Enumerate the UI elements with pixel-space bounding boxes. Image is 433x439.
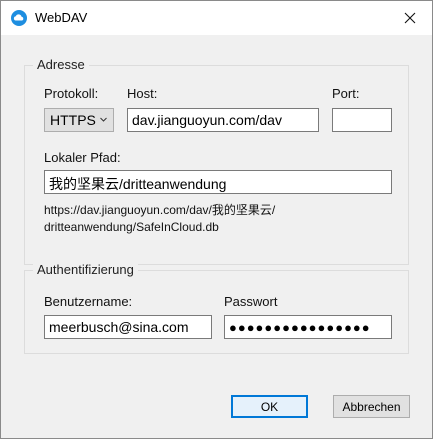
- port-label: Port:: [332, 86, 360, 101]
- full-url-line-1: https://dav.jianguoyun.com/dav/我的坚果云/: [44, 203, 276, 217]
- full-url-text: https://dav.jianguoyun.com/dav/我的坚果云/ dr…: [44, 202, 275, 236]
- protocol-label: Protokoll:: [44, 86, 99, 101]
- auth-group: Authentifizierung Benutzername: meerbusc…: [24, 262, 409, 354]
- protocol-select[interactable]: HTTPS: [44, 108, 114, 132]
- local-path-input[interactable]: 我的坚果云/dritteanwendung: [44, 170, 392, 194]
- address-group: Adresse Protokoll: HTTPS Host: dav.jiang…: [24, 57, 409, 265]
- title-bar: WebDAV: [1, 1, 432, 35]
- password-input[interactable]: ●●●●●●●●●●●●●●●●: [224, 315, 392, 339]
- window-title: WebDAV: [35, 10, 88, 25]
- auth-group-label: Authentifizierung: [33, 262, 138, 277]
- username-input[interactable]: meerbusch@sina.com: [44, 315, 212, 339]
- password-label: Passwort: [224, 294, 278, 309]
- chevron-down-icon: [100, 117, 107, 122]
- cloud-logo-icon: [11, 10, 27, 26]
- cancel-button[interactable]: Abbrechen: [333, 395, 410, 418]
- host-input[interactable]: dav.jianguoyun.com/dav: [127, 108, 319, 132]
- protocol-value: HTTPS: [50, 112, 96, 128]
- address-group-label: Adresse: [33, 57, 89, 72]
- close-button[interactable]: [388, 1, 432, 35]
- webdav-dialog: WebDAV Adresse Protokoll: HTTPS Host: da…: [0, 0, 433, 439]
- local-path-label: Lokaler Pfad:: [44, 150, 121, 165]
- dialog-content: Adresse Protokoll: HTTPS Host: dav.jiang…: [1, 35, 432, 438]
- close-icon: [404, 12, 416, 24]
- username-label: Benutzername:: [44, 294, 133, 309]
- host-label: Host:: [127, 86, 158, 101]
- full-url-line-2: dritteanwendung/SafeInCloud.db: [44, 220, 219, 234]
- port-input[interactable]: [332, 108, 392, 132]
- ok-button[interactable]: OK: [231, 395, 308, 418]
